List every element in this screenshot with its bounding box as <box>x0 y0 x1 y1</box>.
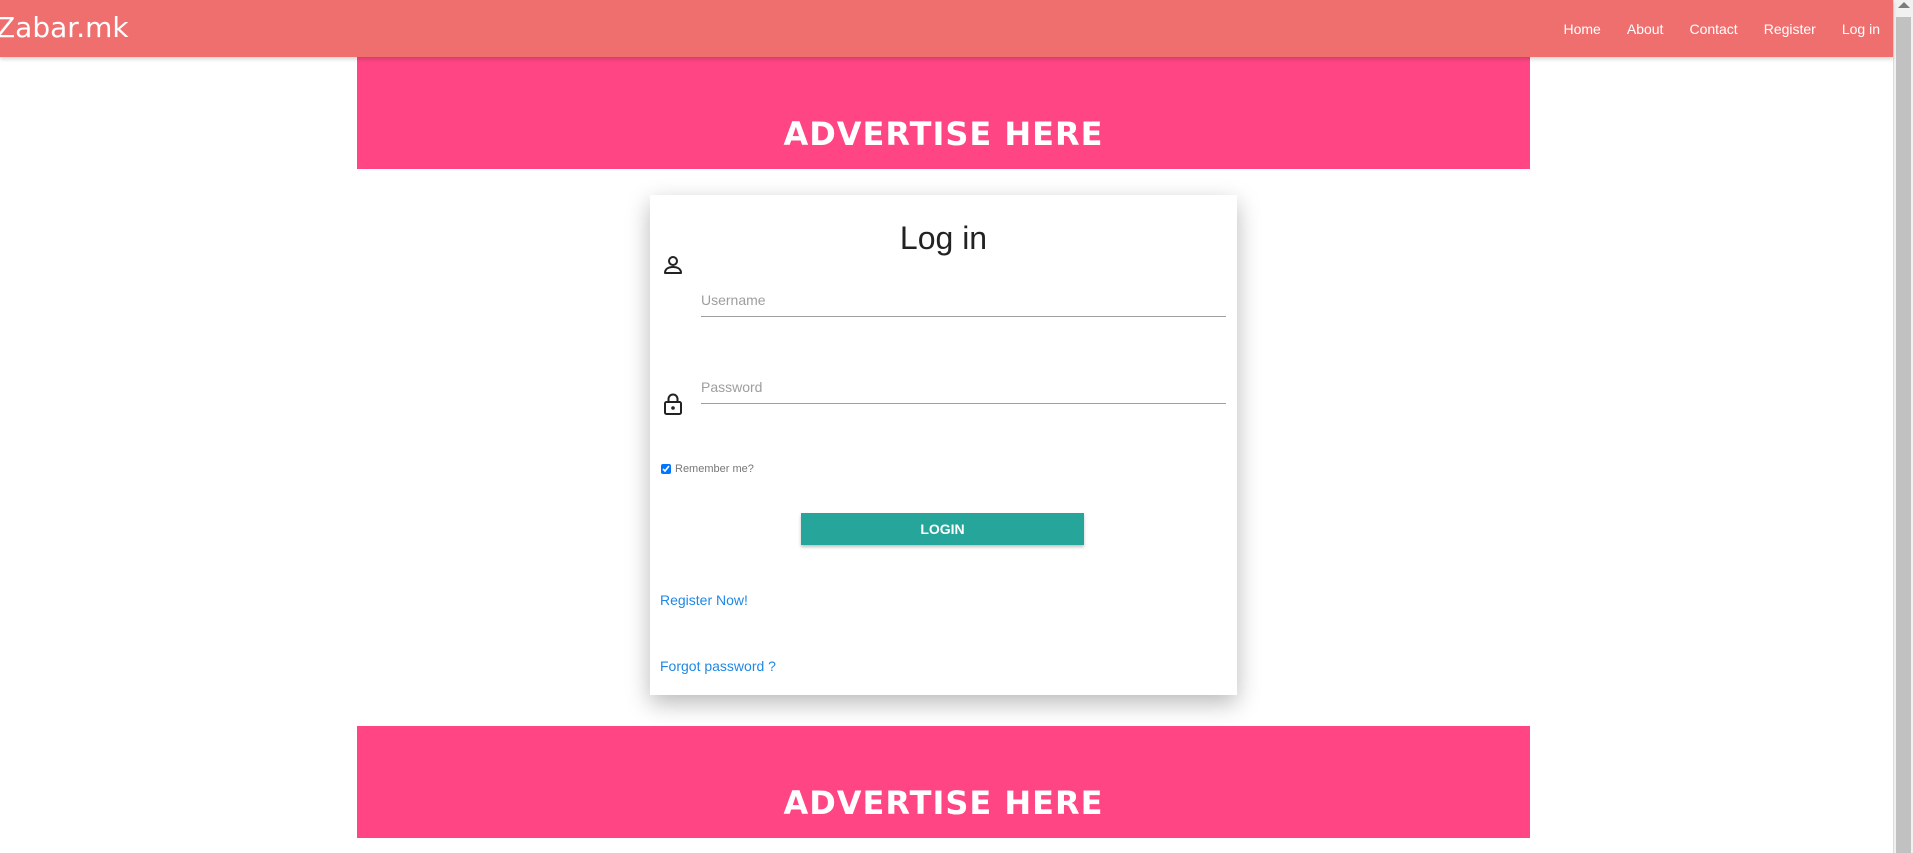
lock-icon <box>664 393 682 415</box>
ad-banner-bottom[interactable]: ADVERTISE HERE <box>357 726 1530 838</box>
login-title: Log in <box>899 220 988 256</box>
remember-me-label: Remember me? <box>675 463 754 475</box>
vertical-scrollbar[interactable] <box>1893 0 1913 853</box>
nav-contact-link[interactable]: Contact <box>1689 21 1737 37</box>
ad-banner-top[interactable]: ADVERTISE HERE <box>357 57 1530 169</box>
nav-register-link[interactable]: Register <box>1764 21 1816 37</box>
nav-login-link[interactable]: Log in <box>1842 21 1880 37</box>
forgot-password-link[interactable]: Forgot password ? <box>660 658 776 674</box>
brand-logo[interactable]: Zabar.mk <box>0 11 129 44</box>
nav-about-link[interactable]: About <box>1627 21 1664 37</box>
register-now-link[interactable]: Register Now! <box>660 592 748 608</box>
nav-links: Home About Contact Register Log in <box>1538 0 1881 57</box>
scroll-up-arrow-icon[interactable] <box>1898 2 1910 8</box>
remember-me[interactable]: Remember me? <box>661 463 754 475</box>
nav-home-link[interactable]: Home <box>1564 21 1601 37</box>
username-input[interactable] <box>701 284 1226 317</box>
password-input[interactable] <box>701 371 1226 404</box>
login-button[interactable]: LOGIN <box>801 513 1084 545</box>
scroll-thumb[interactable] <box>1896 17 1911 853</box>
page: Zabar.mk Home About Contact Register Log… <box>0 0 1913 853</box>
login-card: Log in Remember me? LOGIN Register Now! … <box>650 195 1237 695</box>
person-icon <box>664 256 682 274</box>
navbar: Zabar.mk Home About Contact Register Log… <box>0 0 1893 57</box>
remember-me-checkbox[interactable] <box>661 464 671 474</box>
